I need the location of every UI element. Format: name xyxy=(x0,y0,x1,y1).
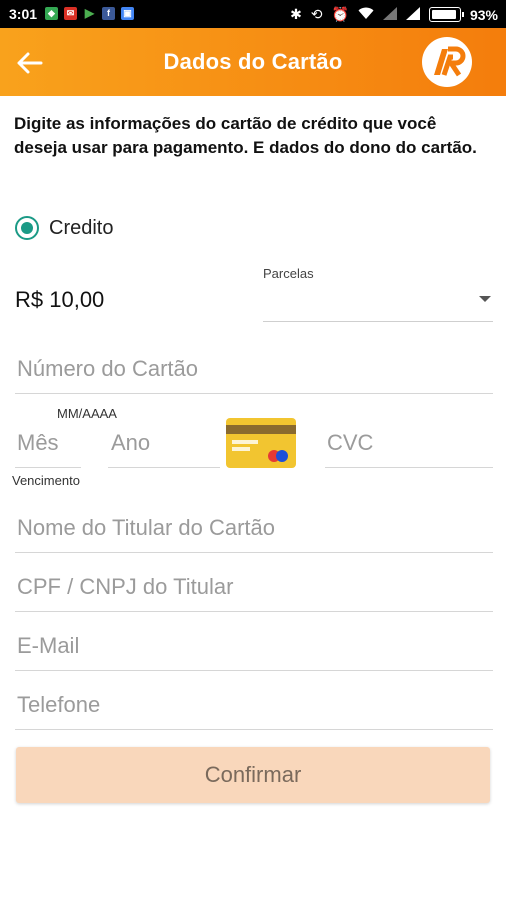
credit-radio[interactable] xyxy=(15,216,39,240)
installments-dropdown[interactable] xyxy=(263,284,493,322)
cvc-field[interactable] xyxy=(325,430,495,468)
chevron-down-icon[interactable] xyxy=(479,296,491,302)
logo-mark xyxy=(434,46,466,77)
bluetooth-icon: ✱ xyxy=(290,6,302,22)
confirm-button[interactable]: Confirmar xyxy=(16,747,490,803)
payment-type-credit[interactable]: Credito xyxy=(15,216,113,240)
cvc-input[interactable] xyxy=(325,430,495,456)
expiry-year-input[interactable] xyxy=(108,430,223,456)
app-bar: Dados do Cartão xyxy=(0,28,506,96)
play-store-icon: ▶ xyxy=(83,6,96,20)
card-number-input[interactable] xyxy=(15,356,495,382)
alarm-icon: ⏰ xyxy=(331,6,349,22)
status-bar: 3:01 ◆ ✉ ▶ f ▣ ✱ ⟲ ⏰ 93% xyxy=(0,0,506,28)
mail-icon: ✉ xyxy=(64,7,77,20)
holder-document-field[interactable] xyxy=(15,574,495,612)
system-icons: ✱ ⟲ ⏰ 93% xyxy=(290,6,498,23)
expiry-caption: Vencimento xyxy=(12,473,80,488)
holder-document-input[interactable] xyxy=(15,574,495,600)
phone-input[interactable] xyxy=(15,692,495,718)
card-number-field[interactable] xyxy=(15,356,495,394)
notification-icons: ◆ ✉ ▶ f ▣ xyxy=(45,7,134,20)
battery-percent: 93% xyxy=(469,6,498,23)
expiry-month-input[interactable] xyxy=(15,430,83,456)
expiry-format-label: MM/AAAA xyxy=(57,406,117,421)
installments-label: Parcelas xyxy=(263,266,314,281)
phone-field[interactable] xyxy=(15,692,495,730)
credit-label: Credito xyxy=(49,216,114,239)
expiry-month-field[interactable] xyxy=(15,430,83,468)
wifi-icon xyxy=(358,7,374,23)
expiry-year-field[interactable] xyxy=(108,430,223,468)
maps-icon: ◆ xyxy=(45,7,58,20)
holder-name-input[interactable] xyxy=(15,515,495,541)
status-time: 3:01 xyxy=(9,6,38,22)
intro-text: Digite as informações do cartão de crédi… xyxy=(14,114,477,157)
signal-icon xyxy=(405,6,420,23)
credit-card-icon xyxy=(226,418,296,468)
brand-logo xyxy=(422,37,472,87)
email-input[interactable] xyxy=(15,633,495,659)
signal-icon xyxy=(382,6,397,23)
photo-icon: ▣ xyxy=(121,7,134,20)
holder-name-field[interactable] xyxy=(15,515,495,553)
rotate-icon: ⟲ xyxy=(310,6,323,22)
amount-value: R$ 10,00 xyxy=(15,287,105,312)
battery-icon xyxy=(428,7,464,22)
email-field[interactable] xyxy=(15,633,495,671)
facebook-icon: f xyxy=(102,7,115,20)
